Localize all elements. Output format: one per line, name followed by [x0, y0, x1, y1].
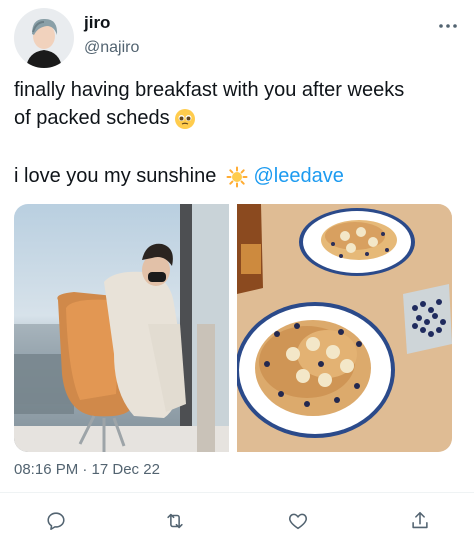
- tweet-text-line-2-wrap: of packed scheds: [14, 104, 464, 132]
- avatar-image: [14, 8, 74, 68]
- text-gap: [14, 132, 464, 162]
- retweet-icon: [167, 513, 183, 529]
- reply-icon: [47, 512, 65, 531]
- share-button[interactable]: [404, 505, 436, 537]
- pleading-face-emoji-icon: [174, 108, 196, 130]
- share-icon: [412, 511, 428, 529]
- media-grid: [14, 204, 452, 452]
- like-button[interactable]: [282, 505, 314, 537]
- retweet-button[interactable]: [159, 505, 191, 537]
- divider: [0, 492, 474, 493]
- author-handle[interactable]: @najiro: [84, 39, 139, 57]
- action-bar: [0, 505, 474, 541]
- tweet-text-line-3-wrap: i love you my sunshine @leedave: [14, 162, 464, 190]
- sun-emoji-icon: [226, 166, 248, 188]
- tweet-text-line-1: finally having breakfast with you after …: [14, 79, 405, 101]
- tweet-text-line-2: of packed scheds: [14, 107, 170, 129]
- heart-icon: [288, 513, 308, 530]
- photo-pancakes[interactable]: [237, 204, 452, 452]
- reply-button[interactable]: [40, 505, 72, 537]
- avatar[interactable]: [14, 8, 74, 68]
- mention-link[interactable]: @leedave: [253, 165, 343, 187]
- tweet-text-line-3: i love you my sunshine: [14, 165, 217, 187]
- photo-person-in-chair[interactable]: [14, 204, 229, 452]
- author-name[interactable]: jiro: [84, 13, 110, 33]
- tweet-timestamp[interactable]: 08:16 PM · 17 Dec 22: [14, 461, 160, 478]
- more-icon[interactable]: [436, 16, 460, 36]
- tweet-text: finally having breakfast with you after …: [14, 76, 464, 190]
